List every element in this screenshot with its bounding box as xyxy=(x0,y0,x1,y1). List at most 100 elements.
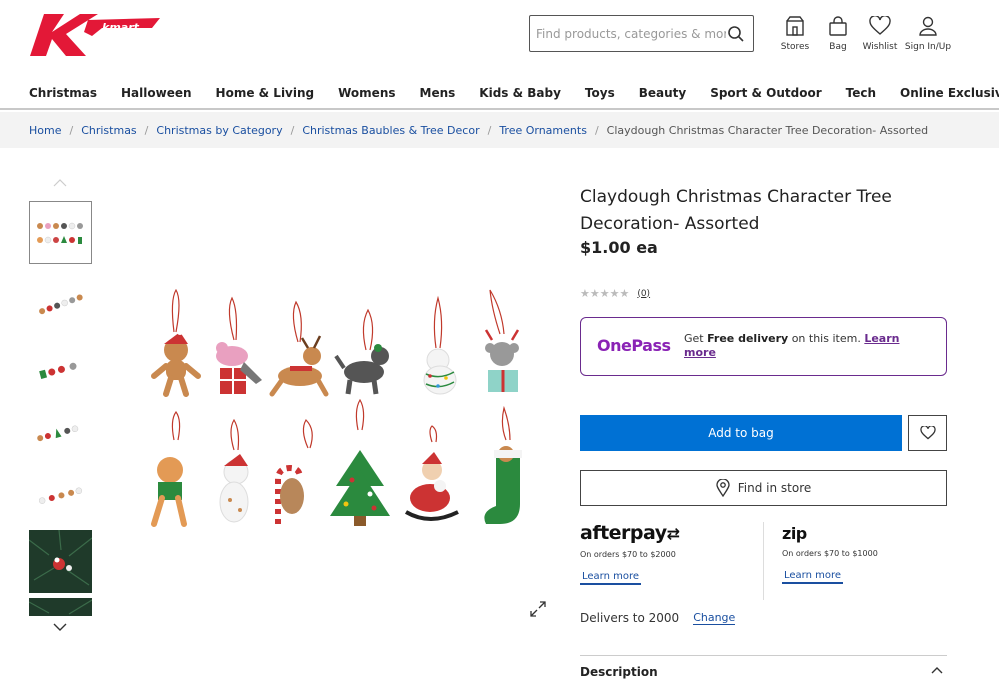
add-to-wishlist-button[interactable] xyxy=(908,415,947,451)
nav-item-mens[interactable]: Mens xyxy=(420,86,456,100)
breadcrumb-separator: / xyxy=(290,123,295,137)
thumbnail-3[interactable] xyxy=(29,338,92,401)
find-in-store-button[interactable]: Find in store xyxy=(580,470,947,506)
kmart-logo[interactable]: kmart xyxy=(30,14,160,56)
sloth-candy-cane-ornament xyxy=(275,464,304,524)
nav-item-womens[interactable]: Womens xyxy=(338,86,395,100)
afterpay-logo: afterpay⇄ xyxy=(580,522,755,544)
delivery-location: Delivers to 2000 Change xyxy=(580,611,736,625)
find-in-store-label: Find in store xyxy=(737,481,812,495)
onepass-banner: OnePass Get Free delivery on this item. … xyxy=(580,317,947,376)
breadcrumb-tree-ornaments[interactable]: Tree Ornaments xyxy=(499,124,587,137)
bag-link[interactable]: Bag xyxy=(823,16,853,52)
nav-item-sport-outdoor[interactable]: Sport & Outdoor xyxy=(710,86,821,100)
product-price: $1.00 ea xyxy=(580,238,658,257)
onepass-text-pre: Get xyxy=(684,332,708,345)
nav-item-christmas[interactable]: Christmas xyxy=(29,86,97,100)
thumbnail-2[interactable] xyxy=(29,275,92,338)
stores-label: Stores xyxy=(780,42,810,52)
dog-ornament xyxy=(334,344,389,395)
nav-item-kids-baby[interactable]: Kids & Baby xyxy=(479,86,561,100)
star-rating-icon: ★★★★★ xyxy=(580,287,630,300)
thumbnail-1[interactable] xyxy=(29,201,92,264)
heart-icon xyxy=(869,16,891,35)
afterpay-learn-more-link[interactable]: Learn more xyxy=(580,571,642,585)
site-header: kmart Stores Bag Wishlist Sign In/Up xyxy=(0,0,999,78)
breadcrumb-separator: / xyxy=(69,123,74,137)
nav-item-halloween[interactable]: Halloween xyxy=(121,86,192,100)
price-value: $1.00 xyxy=(580,238,631,257)
breadcrumb-current: Claydough Christmas Character Tree Decor… xyxy=(606,123,929,137)
search-box xyxy=(529,15,754,52)
thumbnail-7[interactable] xyxy=(29,598,92,616)
breadcrumb-home[interactable]: Home xyxy=(29,124,61,137)
puppy-ornament xyxy=(219,454,249,523)
breadcrumb-christmas[interactable]: Christmas xyxy=(81,124,136,137)
logo-wordmark: kmart xyxy=(102,21,140,34)
polar-bear-ornament xyxy=(423,348,457,395)
add-to-bag-button[interactable]: Add to bag xyxy=(580,415,902,451)
breadcrumb-separator: / xyxy=(487,123,492,137)
nav-item-beauty[interactable]: Beauty xyxy=(639,86,686,100)
zip-note: On orders $70 to $1000 xyxy=(782,549,878,558)
zip-logo: zip xyxy=(782,524,807,543)
nav-item-online-exclusives[interactable]: Online Exclusives xyxy=(900,86,999,100)
chevron-down-icon[interactable] xyxy=(52,622,68,632)
afterpay-logo-text: afterpay xyxy=(580,522,667,544)
expand-icon[interactable] xyxy=(530,601,546,617)
search-input[interactable] xyxy=(536,18,726,49)
afterpay-arrows-icon: ⇄ xyxy=(666,524,680,543)
bag-label: Bag xyxy=(829,42,847,52)
onepass-text-post: on this item. xyxy=(788,332,861,345)
user-icon xyxy=(919,16,937,36)
koala-gift-ornament xyxy=(484,329,520,392)
wishlist-label: Wishlist xyxy=(862,42,898,52)
review-count-link[interactable]: (0) xyxy=(637,289,650,299)
stores-link[interactable]: Stores xyxy=(780,16,810,52)
monkey-ornament xyxy=(151,457,187,527)
price-unit: ea xyxy=(636,238,658,257)
description-accordion[interactable]: Description xyxy=(580,655,947,679)
stocking-ornament xyxy=(484,446,522,524)
santa-sleigh-ornament xyxy=(404,452,459,521)
search-icon[interactable] xyxy=(727,25,745,43)
thumbnail-5[interactable] xyxy=(29,464,92,527)
product-main-image[interactable] xyxy=(140,280,540,540)
change-location-link[interactable]: Change xyxy=(693,611,736,625)
bird-gift-ornament xyxy=(216,342,262,394)
breadcrumb-separator: / xyxy=(594,123,599,137)
breadcrumb: Home / Christmas / Christmas by Category… xyxy=(0,112,999,148)
store-icon xyxy=(786,16,804,36)
breadcrumb-separator: / xyxy=(144,123,149,137)
signin-label: Sign In/Up xyxy=(904,42,952,52)
chevron-up-icon[interactable] xyxy=(52,178,68,188)
product-rating: ★★★★★ (0) xyxy=(580,287,650,300)
location-pin-icon xyxy=(716,479,730,497)
chevron-up-icon xyxy=(931,667,943,674)
breadcrumb-christmas-by-category[interactable]: Christmas by Category xyxy=(156,124,282,137)
zip-learn-more-link[interactable]: Learn more xyxy=(782,570,844,584)
afterpay-note: On orders $70 to $2000 xyxy=(580,550,676,559)
nav-item-toys[interactable]: Toys xyxy=(585,86,615,100)
breadcrumb-baubles-tree-decor[interactable]: Christmas Baubles & Tree Decor xyxy=(302,124,479,137)
payment-divider xyxy=(763,522,764,600)
thumbnail-4[interactable] xyxy=(29,401,92,464)
description-label: Description xyxy=(580,665,658,679)
onepass-logo: OnePass xyxy=(597,336,671,355)
signin-link[interactable]: Sign In/Up xyxy=(902,16,954,52)
christmas-tree-ornament xyxy=(330,450,390,526)
nav-item-home-living[interactable]: Home & Living xyxy=(216,86,315,100)
zip-section: zip On orders $70 to $1000 Learn more xyxy=(782,524,947,584)
onepass-message: Get Free delivery on this item. Learn mo… xyxy=(684,332,934,360)
product-title: Claydough Christmas Character Tree Decor… xyxy=(580,187,892,234)
thumbnail-6[interactable] xyxy=(28,529,93,593)
nav-item-tech[interactable]: Tech xyxy=(846,86,876,100)
gingerbread-ornament xyxy=(151,329,201,397)
heart-icon xyxy=(919,426,936,440)
afterpay-section: afterpay⇄ On orders $70 to $2000 Learn m… xyxy=(580,522,755,585)
bag-icon xyxy=(829,16,847,36)
wishlist-link[interactable]: Wishlist xyxy=(860,16,900,52)
reindeer-ornament xyxy=(269,335,329,397)
onepass-text-bold: Free delivery xyxy=(707,332,789,345)
delivery-text: Delivers to 2000 xyxy=(580,611,680,625)
